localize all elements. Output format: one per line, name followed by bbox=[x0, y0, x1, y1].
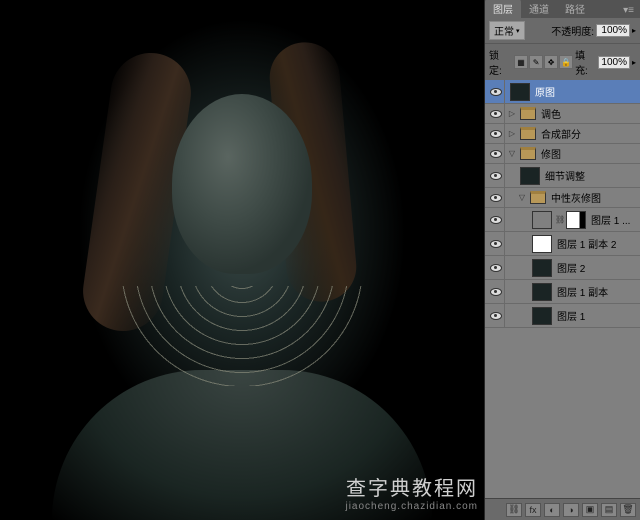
layer-name-label[interactable]: 中性灰修图 bbox=[549, 190, 601, 205]
lock-pixels-icon[interactable]: ✎ bbox=[529, 55, 543, 69]
lock-position-icon[interactable]: ✥ bbox=[544, 55, 558, 69]
layer-mask-icon[interactable]: ◐ bbox=[544, 503, 560, 517]
adjustment-layer-icon[interactable]: ◑ bbox=[563, 503, 579, 517]
visibility-toggle[interactable] bbox=[487, 304, 505, 327]
chevron-right-icon[interactable]: ▷ bbox=[507, 129, 517, 138]
layer-row[interactable]: ▽ 中性灰修图 bbox=[485, 188, 640, 208]
layer-row[interactable]: 细节调整 bbox=[485, 164, 640, 188]
folder-icon bbox=[530, 191, 546, 204]
eye-icon bbox=[490, 240, 502, 248]
tab-paths[interactable]: 路径 bbox=[557, 0, 593, 18]
layer-row[interactable]: 原图 bbox=[485, 80, 640, 104]
layer-name-label[interactable]: 图层 1 副本 2 bbox=[555, 236, 616, 251]
new-group-icon[interactable]: ▣ bbox=[582, 503, 598, 517]
layer-row[interactable]: ▷ 调色 bbox=[485, 104, 640, 124]
layer-row[interactable]: 图层 2 bbox=[485, 256, 640, 280]
layer-thumbnail[interactable] bbox=[532, 235, 552, 253]
panel-tabs: 图层 通道 路径 ▾≡ bbox=[485, 0, 640, 18]
panel-menu-icon[interactable]: ▾≡ bbox=[617, 3, 640, 18]
visibility-toggle[interactable] bbox=[487, 256, 505, 279]
lock-transparency-icon[interactable]: ▦ bbox=[514, 55, 528, 69]
layer-name-label[interactable]: 图层 2 bbox=[555, 260, 585, 275]
eye-icon bbox=[490, 110, 502, 118]
folder-icon bbox=[520, 127, 536, 140]
layer-row[interactable]: ⛓ 图层 1 ... bbox=[485, 208, 640, 232]
lock-label: 锁定: bbox=[489, 47, 510, 77]
visibility-toggle[interactable] bbox=[487, 124, 505, 143]
visibility-toggle[interactable] bbox=[487, 144, 505, 163]
lock-buttons: ▦ ✎ ✥ 🔒 bbox=[514, 55, 573, 69]
layer-thumbnail[interactable] bbox=[532, 211, 552, 229]
fill-slider-icon[interactable]: ▸ bbox=[632, 58, 636, 67]
link-layers-icon[interactable]: ⛓ bbox=[506, 503, 522, 517]
layer-row[interactable]: ▷ 合成部分 bbox=[485, 124, 640, 144]
layer-name-label[interactable]: 图层 1 副本 bbox=[555, 284, 608, 299]
layer-row[interactable]: ▽ 修图 bbox=[485, 144, 640, 164]
layer-thumbnail[interactable] bbox=[520, 167, 540, 185]
folder-icon bbox=[520, 107, 536, 120]
eye-icon bbox=[490, 150, 502, 158]
document-image bbox=[0, 0, 484, 520]
lock-all-icon[interactable]: 🔒 bbox=[559, 55, 573, 69]
watermark-url: jiaocheng.chazidian.com bbox=[345, 501, 478, 512]
layer-mask-thumbnail[interactable] bbox=[566, 211, 586, 229]
layers-footer: ⛓ fx ◐ ◑ ▣ ▤ 🗑 bbox=[485, 498, 640, 520]
layer-name-label[interactable]: 修图 bbox=[539, 146, 561, 161]
layer-row[interactable]: 图层 1 副本 bbox=[485, 280, 640, 304]
eye-icon bbox=[490, 264, 502, 272]
link-icon: ⛓ bbox=[555, 215, 563, 224]
layers-panel: 图层 通道 路径 ▾≡ 正常 ▾ 不透明度: 100% ▸ 锁定: ▦ ✎ ✥ … bbox=[484, 0, 640, 520]
fill-input[interactable]: 100% bbox=[598, 56, 630, 69]
layer-name-label[interactable]: 图层 1 ... bbox=[589, 212, 630, 227]
blend-mode-value: 正常 bbox=[494, 23, 514, 38]
chevron-down-icon: ▾ bbox=[516, 27, 520, 35]
chevron-right-icon[interactable]: ▷ bbox=[507, 109, 517, 118]
layer-fx-icon[interactable]: fx bbox=[525, 503, 541, 517]
folder-icon bbox=[520, 147, 536, 160]
blend-opacity-row: 正常 ▾ 不透明度: 100% ▸ bbox=[485, 18, 640, 43]
layer-name-label[interactable]: 细节调整 bbox=[543, 168, 585, 183]
visibility-toggle[interactable] bbox=[487, 104, 505, 123]
visibility-toggle[interactable] bbox=[487, 188, 505, 207]
chevron-down-icon[interactable]: ▽ bbox=[517, 193, 527, 202]
trash-icon[interactable]: 🗑 bbox=[620, 503, 636, 517]
layer-row[interactable]: 图层 1 副本 2 bbox=[485, 232, 640, 256]
layer-name-label[interactable]: 合成部分 bbox=[539, 126, 581, 141]
watermark: 查字典教程网 jiaocheng.chazidian.com bbox=[345, 472, 478, 512]
watermark-text: 查字典教程网 bbox=[345, 472, 478, 501]
chevron-down-icon[interactable]: ▽ bbox=[507, 149, 517, 158]
visibility-toggle[interactable] bbox=[487, 280, 505, 303]
eye-icon bbox=[490, 312, 502, 320]
canvas-area[interactable] bbox=[0, 0, 484, 520]
eye-icon bbox=[490, 88, 502, 96]
eye-icon bbox=[490, 216, 502, 224]
opacity-slider-icon[interactable]: ▸ bbox=[632, 26, 636, 35]
visibility-toggle[interactable] bbox=[487, 232, 505, 255]
layers-list[interactable]: 原图 ▷ 调色 ▷ 合成部分 ▽ 修图细节调整 ▽ 中性灰修图 ⛓ 图层 1 ... 图层 1 副本 … bbox=[485, 80, 640, 498]
eye-icon bbox=[490, 288, 502, 296]
tab-layers[interactable]: 图层 bbox=[485, 0, 521, 18]
layer-name-label[interactable]: 原图 bbox=[533, 84, 555, 99]
blend-mode-dropdown[interactable]: 正常 ▾ bbox=[489, 21, 525, 40]
fill-label: 填充: bbox=[575, 47, 596, 77]
eye-icon bbox=[490, 194, 502, 202]
layer-thumbnail[interactable] bbox=[532, 259, 552, 277]
lock-fill-row: 锁定: ▦ ✎ ✥ 🔒 填充: 100% ▸ bbox=[485, 43, 640, 80]
layer-name-label[interactable]: 调色 bbox=[539, 106, 561, 121]
layer-thumbnail[interactable] bbox=[532, 283, 552, 301]
layer-name-label[interactable]: 图层 1 bbox=[555, 308, 585, 323]
opacity-label: 不透明度: bbox=[551, 23, 594, 38]
layer-thumbnail[interactable] bbox=[532, 307, 552, 325]
visibility-toggle[interactable] bbox=[487, 164, 505, 187]
eye-icon bbox=[490, 172, 502, 180]
new-layer-icon[interactable]: ▤ bbox=[601, 503, 617, 517]
opacity-input[interactable]: 100% bbox=[596, 24, 630, 37]
tab-channels[interactable]: 通道 bbox=[521, 0, 557, 18]
layer-row[interactable]: 图层 1 bbox=[485, 304, 640, 328]
visibility-toggle[interactable] bbox=[487, 208, 505, 231]
eye-icon bbox=[490, 130, 502, 138]
visibility-toggle[interactable] bbox=[487, 80, 505, 103]
layer-thumbnail[interactable] bbox=[510, 83, 530, 101]
